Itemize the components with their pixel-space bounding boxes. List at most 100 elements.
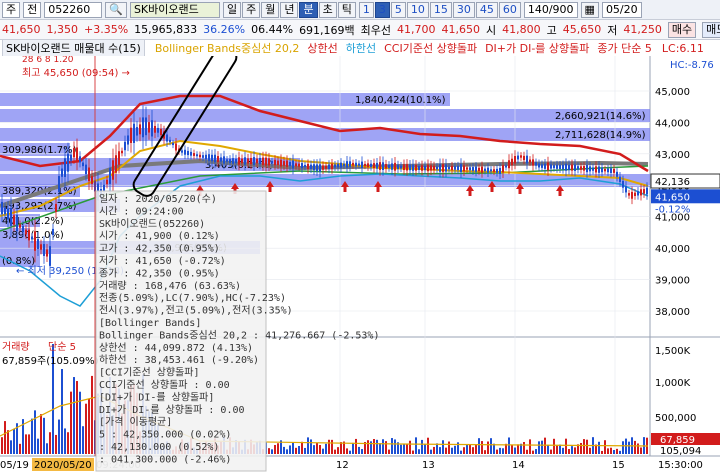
volume-profile-label: 2,711,628(14.9%): [555, 130, 646, 141]
candle-body: [343, 163, 345, 166]
candle-body: [586, 165, 588, 173]
candle-body: [271, 160, 273, 164]
candle-body: [169, 139, 171, 143]
indicator-legend: SK바이오랜드 매물대 수(15) Bollinger Bands중심선 20,…: [0, 40, 720, 56]
volume-bar: [271, 449, 273, 454]
interval-button[interactable]: 45: [475, 1, 498, 18]
candle-body: [187, 150, 189, 156]
legend-item[interactable]: 하한선: [346, 40, 376, 56]
volume-bar: [424, 444, 426, 454]
interval-button[interactable]: 30: [452, 1, 475, 18]
volume-bar: [433, 446, 435, 454]
volume-bar: [586, 439, 588, 454]
timeframe-button[interactable]: 일: [222, 1, 242, 18]
legend-item[interactable]: DI+가 DI-를 상향돌파: [485, 40, 589, 56]
legend-item[interactable]: 상한선: [307, 40, 337, 56]
candle-body: [133, 123, 135, 143]
interval-button[interactable]: 15: [429, 1, 452, 18]
interval-button[interactable]: 10: [406, 1, 429, 18]
interval-button[interactable]: 5: [390, 1, 406, 18]
candle-body: [226, 159, 228, 162]
candle-body: [358, 163, 360, 166]
timeframe-group: 일주월년분초틱: [222, 1, 356, 18]
interval-button[interactable]: 60: [498, 1, 521, 18]
volume-bar: [427, 437, 429, 454]
candle-body: [421, 165, 423, 171]
tooltip-line: SK바이오랜드(052260): [99, 218, 205, 230]
legend-item[interactable]: 종가 단순 5: [597, 40, 651, 56]
candle-body: [181, 150, 183, 153]
candle-body: [583, 166, 585, 171]
candle-body: [442, 164, 444, 172]
volume: 15,965,833: [134, 23, 198, 36]
candle-body: [364, 163, 366, 167]
stock-code-input[interactable]: 052260: [44, 1, 103, 18]
candle-body: [10, 208, 12, 226]
timeframe-button[interactable]: 분: [299, 1, 318, 18]
volume-bar: [628, 441, 630, 454]
count-field[interactable]: 140/900: [523, 1, 578, 18]
volume-bar: [589, 447, 591, 454]
stock-name-field[interactable]: SK바이오랜드: [129, 1, 220, 18]
sell-button[interactable]: 매도: [702, 21, 720, 38]
menu-select[interactable]: 주: [2, 1, 21, 18]
volume-bar: [538, 441, 540, 454]
timeframe-button[interactable]: 틱: [337, 1, 356, 18]
volume-bar: [70, 391, 72, 454]
legend-item[interactable]: CCI기준선 상향돌파: [384, 40, 477, 56]
volume-bar: [76, 381, 78, 454]
candle-body: [499, 167, 501, 175]
time-tick: 15:30:00: [658, 460, 703, 471]
volume-bar: [352, 442, 354, 454]
volume-bar: [274, 444, 276, 454]
candle-body: [643, 189, 645, 194]
volume-bar: [508, 437, 510, 454]
volume-bar: [562, 447, 564, 454]
candle-body: [298, 163, 300, 167]
volume-bar: [601, 450, 603, 454]
timeframe-button[interactable]: 주: [242, 1, 261, 18]
period-select[interactable]: 전: [23, 1, 42, 18]
volume-bar: [19, 443, 21, 454]
tooltip-line: 고가 : 42,350 (0.95%): [99, 243, 220, 255]
volume-bar: [304, 447, 306, 454]
candle-body: [112, 160, 114, 180]
volume-ma-label: 단순 5: [48, 341, 76, 353]
volume-bar: [529, 439, 531, 454]
volume-profile-label: 1,840,424(10.1%): [355, 95, 446, 106]
volume-bar: [358, 446, 360, 454]
timeframe-button[interactable]: 초: [318, 1, 337, 18]
chart-title[interactable]: SK바이오랜드 매물대 수(15): [2, 40, 145, 56]
timeframe-button[interactable]: 월: [261, 1, 280, 18]
stock-chart[interactable]: 1,840,424(10.1%) 2,660,921(14.6%) 2,711,62…: [0, 56, 720, 473]
date-field[interactable]: 05/20: [601, 1, 642, 18]
interval-button[interactable]: 3: [374, 1, 390, 18]
volume-bar: [13, 428, 15, 454]
volume-bar: [607, 448, 609, 454]
calendar-icon[interactable]: ▦: [580, 1, 599, 18]
timeframe-button[interactable]: 년: [280, 1, 299, 18]
candle-body: [160, 128, 162, 136]
candle-body: [79, 156, 81, 163]
candle-body: [13, 215, 15, 225]
volume-bar: [451, 447, 453, 454]
candle-body: [328, 164, 330, 170]
candle-body: [508, 160, 510, 169]
volume-bar: [385, 441, 387, 454]
volume-bar: [334, 449, 336, 454]
legend-item[interactable]: Bollinger Bands중심선 20,2: [155, 40, 300, 56]
volume-bar: [541, 440, 543, 454]
tooltip-line: Bollinger Bands중심선 20,2 : 41,276.667 (-2…: [99, 329, 379, 341]
interval-button[interactable]: 1: [358, 1, 374, 18]
candle-body: [220, 157, 222, 162]
volume-bar: [637, 443, 639, 454]
volume-bar: [67, 432, 69, 454]
candle-body: [463, 165, 465, 172]
candle-body: [409, 164, 411, 171]
candle-body: [19, 224, 21, 228]
volume-bar: [454, 445, 456, 454]
search-icon[interactable]: 🔍: [105, 1, 127, 18]
candle-body: [493, 169, 495, 172]
buy-button[interactable]: 매수: [667, 21, 697, 38]
volume-bar: [328, 439, 330, 454]
